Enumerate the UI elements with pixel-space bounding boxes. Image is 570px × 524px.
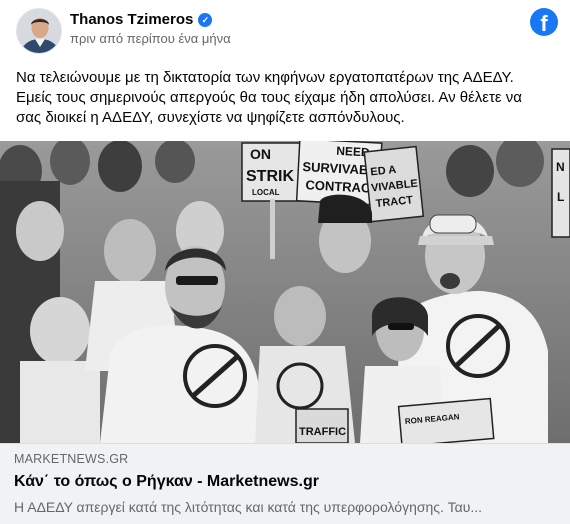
facebook-post: Thanos Tzimeros ✓ πριν από περίπου ένα μ… [0, 0, 570, 524]
post-header: Thanos Tzimeros ✓ πριν από περίπου ένα μ… [0, 0, 570, 60]
sign-text: TRAFFIC [299, 426, 346, 438]
post-text: Να τελειώνουμε με τη δικτατορία των κηφή… [16, 68, 556, 128]
sign-text: LOCAL [252, 188, 280, 197]
link-domain: MARKETNEWS.GR [14, 452, 129, 466]
link-description: Η ΑΔΕΔΥ απεργεί κατά της λιτότητας και κ… [14, 499, 483, 515]
author-avatar[interactable] [16, 8, 62, 54]
avatar-portrait [17, 9, 61, 53]
post-photo[interactable]: ON STRIK LOCAL NEED SURVIVABLE CONTRACT … [0, 141, 570, 443]
sign-text: N [556, 160, 565, 174]
facebook-logo-icon[interactable]: f [530, 8, 558, 36]
verified-badge-icon: ✓ [198, 12, 213, 27]
author-row: Thanos Tzimeros ✓ [70, 11, 231, 28]
author-block: Thanos Tzimeros ✓ πριν από περίπου ένα μ… [70, 11, 231, 46]
link-preview-card[interactable]: MARKETNEWS.GR Κάν΄ το όπως ο Ρήγκαν - Ma… [0, 443, 570, 524]
sign-text: STRIK [246, 168, 294, 185]
post-text-line: Να τελειώνουμε με τη δικτατορία των κηφή… [16, 69, 514, 86]
author-name[interactable]: Thanos Tzimeros [70, 11, 193, 28]
link-title[interactable]: Κάν΄ το όπως ο Ρήγκαν - Marketnews.gr [14, 473, 319, 491]
strike-protest-photo: ON STRIK LOCAL NEED SURVIVABLE CONTRACT … [0, 141, 570, 443]
sign-text: ON [250, 146, 271, 162]
post-text-line: σας διοικεί η ΑΔΕΔΥ, συνεχίστε να ψηφίζε… [16, 109, 405, 126]
post-text-line: Εμείς τους σημερινούς απεργούς θα τους ε… [16, 89, 522, 106]
post-timestamp[interactable]: πριν από περίπου ένα μήνα [70, 31, 231, 46]
sign-text: L [557, 190, 564, 204]
